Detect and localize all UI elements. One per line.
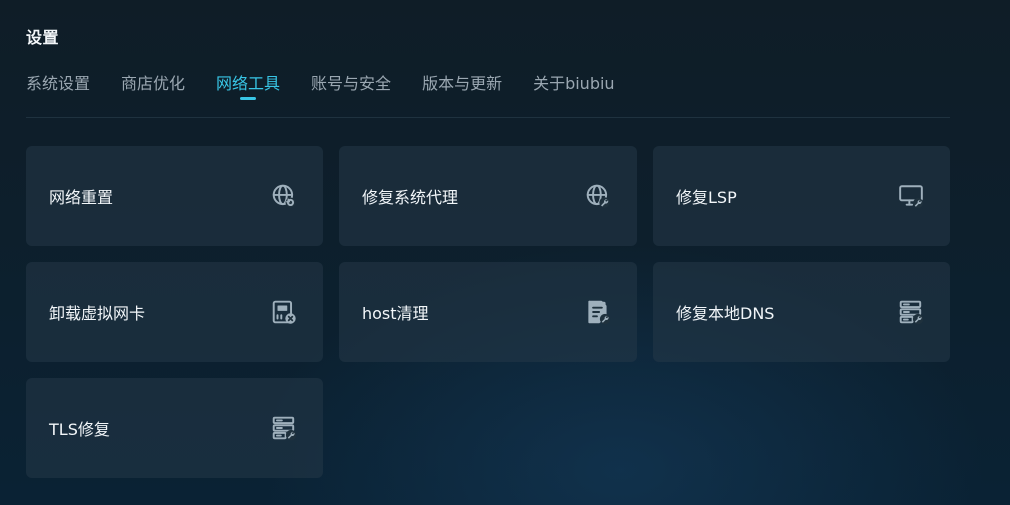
- tool-card-fix-lsp[interactable]: 修复LSP: [653, 146, 950, 246]
- tabs-divider: [26, 117, 950, 118]
- tab-label: 版本与更新: [422, 74, 503, 93]
- tool-card-label: 修复本地DNS: [676, 304, 775, 323]
- tab-store-optimization[interactable]: 商店优化: [121, 74, 185, 100]
- tool-card-label: 网络重置: [49, 188, 114, 207]
- tool-card-label: host清理: [362, 304, 429, 323]
- server-wrench-icon: [271, 415, 297, 441]
- tab-label: 商店优化: [121, 74, 186, 93]
- server-wrench-icon: [898, 299, 924, 325]
- tool-card-label: 修复LSP: [676, 188, 737, 207]
- tab-account-security[interactable]: 账号与安全: [311, 74, 391, 100]
- tool-card-host-cleanup[interactable]: host清理: [339, 262, 637, 362]
- tool-card-label: TLS修复: [49, 420, 110, 439]
- page-title: 设置: [26, 28, 60, 47]
- tab-network-tools[interactable]: 网络工具: [216, 74, 280, 100]
- tool-card-fix-system-proxy[interactable]: 修复系统代理: [339, 146, 637, 246]
- network-card-remove-icon: [271, 299, 297, 325]
- tab-label: 账号与安全: [311, 74, 392, 93]
- tab-label: 关于biubiu: [533, 74, 615, 93]
- globe-refresh-icon: [271, 183, 297, 209]
- tool-card-tls-fix[interactable]: TLS修复: [26, 378, 323, 478]
- tool-card-uninstall-virtual-nic[interactable]: 卸载虚拟网卡: [26, 262, 323, 362]
- tab-label: 网络工具: [216, 74, 281, 93]
- tool-card-network-reset[interactable]: 网络重置: [26, 146, 323, 246]
- document-wrench-icon: [585, 299, 611, 325]
- tab-system-settings[interactable]: 系统设置: [26, 74, 90, 100]
- tab-label: 系统设置: [26, 74, 91, 93]
- active-tab-indicator: [240, 97, 257, 100]
- tool-card-fix-local-dns[interactable]: 修复本地DNS: [653, 262, 950, 362]
- tool-card-label: 卸载虚拟网卡: [49, 304, 146, 323]
- network-tools-grid: 网络重置 修复系统代理 修复LSP 卸载虚拟网卡 host清理 修复本地DNS …: [26, 146, 950, 478]
- globe-wrench-icon: [585, 183, 611, 209]
- tool-card-label: 修复系统代理: [362, 188, 459, 207]
- tab-about[interactable]: 关于biubiu: [533, 74, 615, 100]
- monitor-wrench-icon: [898, 183, 924, 209]
- tab-version-update[interactable]: 版本与更新: [422, 74, 502, 100]
- settings-tabs: 系统设置 商店优化 网络工具 账号与安全 版本与更新 关于biubiu: [26, 74, 615, 100]
